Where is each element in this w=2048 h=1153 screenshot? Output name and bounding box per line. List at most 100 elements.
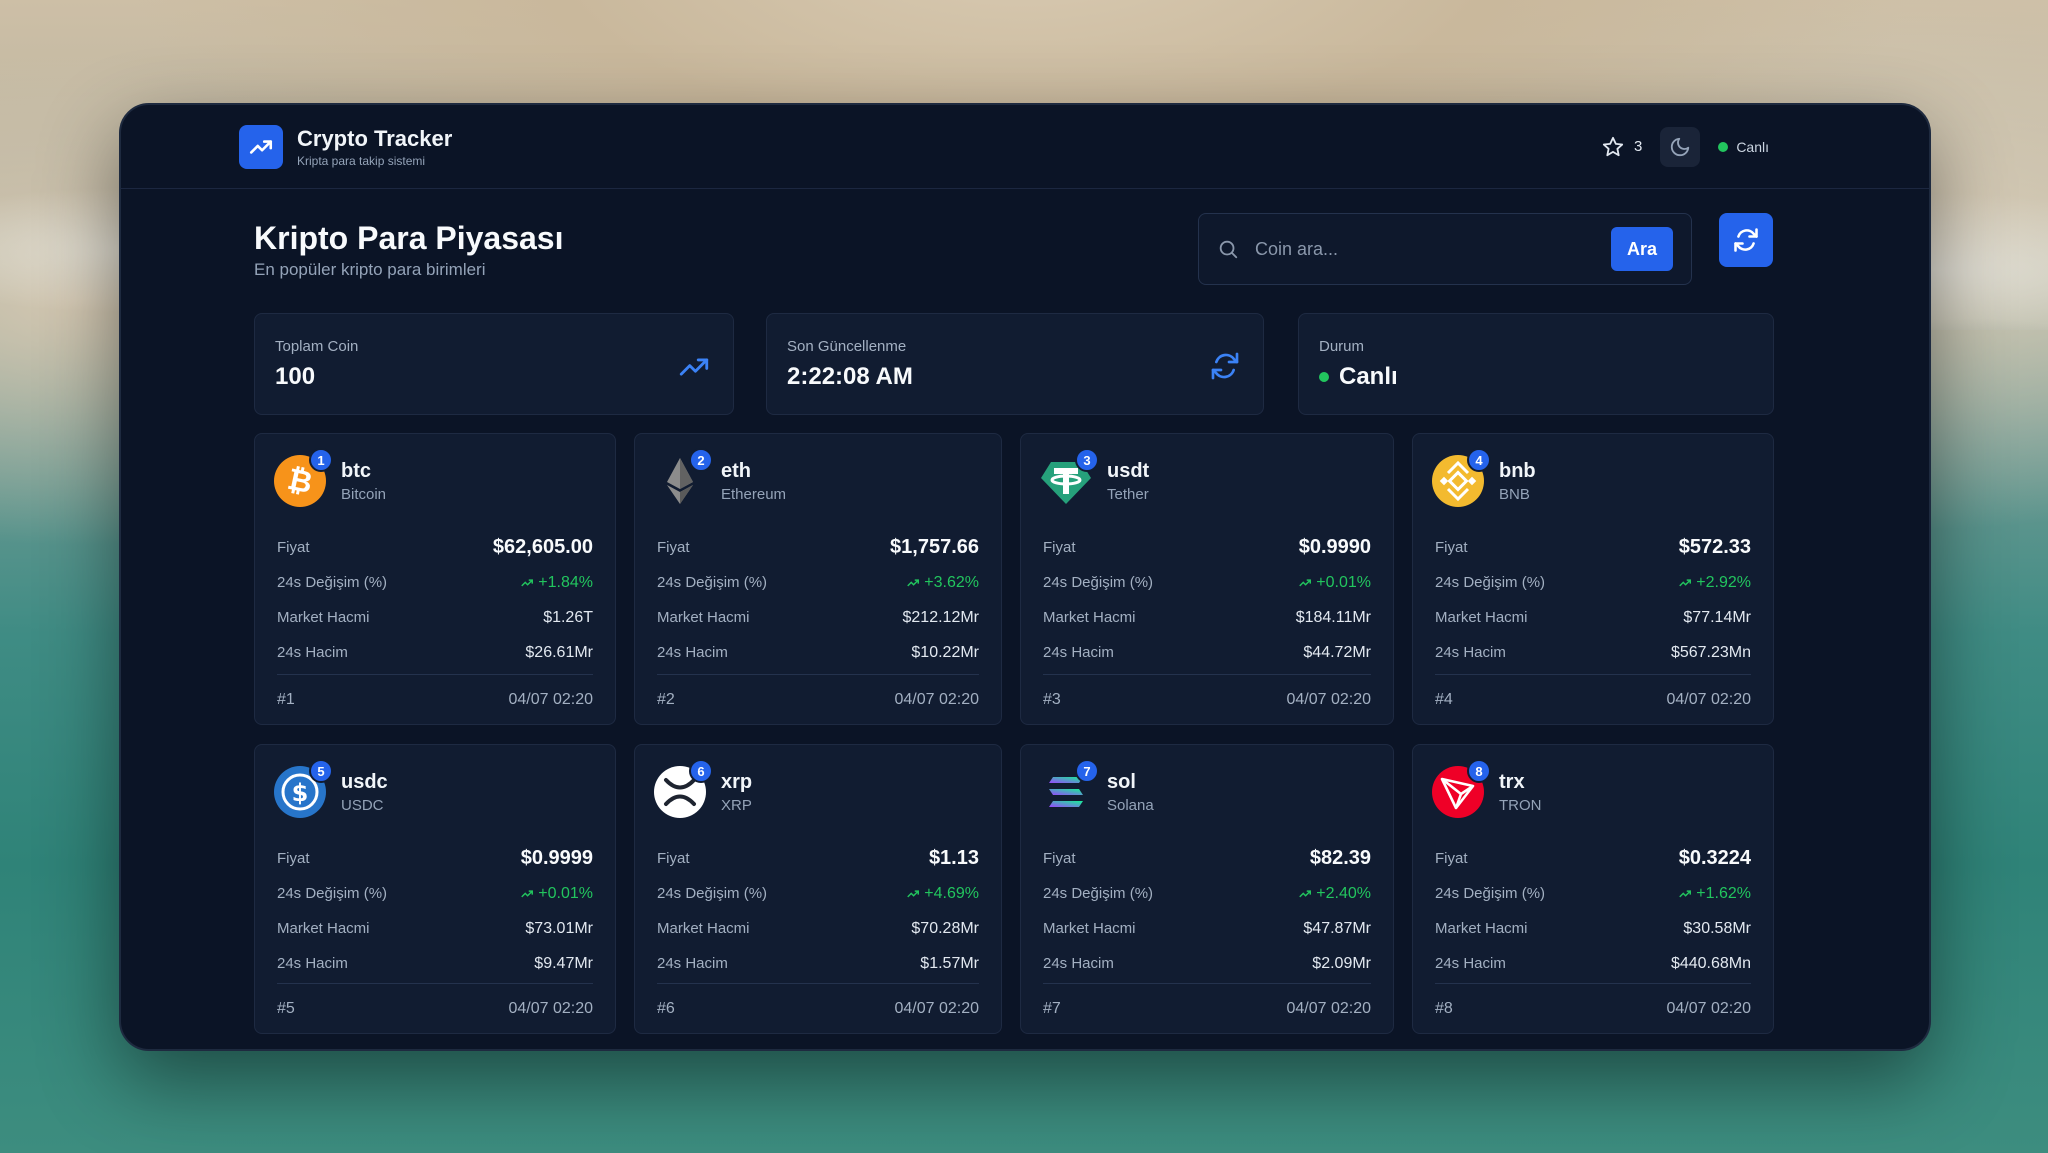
coin-rank: #4 [1435,690,1453,708]
coin-updated: 04/07 02:20 [894,999,979,1017]
coin-updated: 04/07 02:20 [508,690,593,708]
stat-label: Durum [1319,338,1365,355]
price-label: Fiyat [277,539,310,556]
trending-up-icon [679,358,709,376]
coin-change: +1.62% [1678,885,1751,903]
trending-up-icon [521,889,534,897]
tether-icon: 3 [1039,448,1099,508]
refresh-icon [1734,228,1758,252]
star-icon [1602,136,1624,156]
change-label: 24s Değişim (%) [277,885,388,902]
coin-change-value: +0.01% [1316,573,1371,591]
volume-label: 24s Hacim [1435,644,1506,661]
coin-card[interactable]: 8 trx TRON Fiyat $0.3224 24s Değişim (%) +… [1412,744,1774,1034]
theme-toggle-button[interactable] [1660,126,1701,167]
page-subtitle: En popüler kripto para birimleri [254,260,486,279]
search-icon [1219,240,1238,259]
stat-value: Canlı [1319,363,1753,391]
volume-label: 24s Hacim [277,955,348,972]
trending-up-icon [1679,889,1692,897]
coin-change: +4.69% [906,885,979,903]
svg-text:$: $ [292,779,309,807]
coin-change-value: +3.62% [924,573,979,591]
trending-up-icon [1679,578,1692,586]
moon-icon [1671,137,1690,156]
price-label: Fiyat [1435,539,1468,556]
coin-rank: #3 [1043,690,1061,708]
favorites-button[interactable]: 3 [1602,136,1642,158]
coin-name: Tether [1107,486,1149,503]
coin-card[interactable]: ₿ 1 btc Bitcoin Fiyat $62,605.00 24s Deği… [254,433,616,725]
coin-rank: #2 [657,690,675,708]
rank-badge: 5 [309,759,333,783]
coin-volume: $2.09Mr [1312,954,1371,972]
market-cap-label: Market Hacmi [1043,920,1136,937]
coin-card[interactable]: 6 xrp XRP Fiyat $1.13 24s Değişim (%) +4.6… [634,744,1002,1034]
coin-symbol: usdt [1107,460,1150,482]
coin-change-value: +2.92% [1696,573,1751,591]
coin-rank: #7 [1043,999,1061,1017]
stat-label: Son Güncellenme [787,338,907,355]
usdc-icon: $ 5 [273,759,333,819]
coin-volume: $26.61Mr [525,643,593,661]
stat-value: 100 [275,363,316,390]
coin-symbol: btc [341,460,371,482]
search-button[interactable]: Ara [1611,227,1673,271]
coin-name: USDC [341,797,384,814]
coin-market-cap: $73.01Mr [525,919,593,937]
coin-price: $0.3224 [1678,847,1751,869]
coin-market-cap: $184.11Mr [1295,608,1371,626]
bitcoin-icon: ₿ 1 [273,448,333,508]
price-label: Fiyat [1435,850,1468,867]
coin-volume: $44.72Mr [1303,643,1371,661]
trending-up-icon [1299,889,1312,897]
coin-price: $1,757.66 [890,536,979,558]
coin-rank: #8 [1435,999,1453,1017]
ethereum-icon: 2 [653,448,713,508]
volume-label: 24s Hacim [1043,955,1114,972]
coin-card[interactable]: $ 5 usdc USDC Fiyat $0.9999 24s Değişim (… [254,744,616,1034]
bnb-icon: 4 [1431,448,1491,508]
refresh-button[interactable] [1719,213,1773,267]
coin-market-cap: $47.87Mr [1303,919,1371,937]
rank-badge: 1 [309,448,333,472]
coin-change: +0.01% [1298,574,1371,592]
coin-price: $0.9999 [520,847,593,869]
top-bar: Crypto Tracker Kripta para takip sistemi… [121,105,1929,189]
coin-card[interactable]: 2 eth Ethereum Fiyat $1,757.66 24s Değişi… [634,433,1002,725]
coin-card[interactable]: 4 bnb BNB Fiyat $572.33 24s Değişim (%) +2… [1412,433,1774,725]
price-label: Fiyat [1043,850,1076,867]
coin-change: +1.84% [520,574,593,592]
coin-card[interactable]: 3 usdt Tether Fiyat $0.9990 24s Değişim (… [1020,433,1394,725]
price-label: Fiyat [1043,539,1076,556]
coin-change: +0.01% [520,885,593,903]
coin-change: +2.40% [1298,885,1371,903]
coin-rank: #6 [657,999,675,1017]
coin-market-cap: $70.28Mr [911,919,979,937]
coin-name: Bitcoin [341,486,387,503]
price-label: Fiyat [657,850,690,867]
volume-label: 24s Hacim [277,644,348,661]
coin-price: $1.13 [928,847,979,869]
change-label: 24s Değişim (%) [657,574,768,591]
change-label: 24s Değişim (%) [277,574,388,591]
favorites-count: 3 [1633,138,1643,155]
rank-badge: 6 [689,759,713,783]
app-title: Crypto Tracker [297,125,453,151]
trending-up-icon [907,578,920,586]
brand: Crypto Tracker Kripta para takip sistemi [297,126,452,168]
stat-total-coins: Toplam Coin 100 [254,313,734,415]
search-input[interactable] [1255,238,1611,260]
stat-value: 2:22:08 AM [787,363,913,390]
coin-volume: $1.57Mr [920,954,979,972]
app-window: Crypto Tracker Kripta para takip sistemi… [119,103,1931,1051]
coin-updated: 04/07 02:20 [894,690,979,708]
market-cap-label: Market Hacmi [1435,609,1528,626]
coin-volume: $10.22Mr [911,643,979,661]
coin-price: $62,605.00 [492,536,593,558]
page-title: Kripto Para Piyasası [254,220,564,256]
coin-card[interactable]: 7 sol Solana Fiyat $82.39 24s Değişim (%)… [1020,744,1394,1034]
live-indicator: Canlı [1718,139,1769,155]
coin-change: +3.62% [906,574,979,592]
trending-up-icon [907,889,920,897]
